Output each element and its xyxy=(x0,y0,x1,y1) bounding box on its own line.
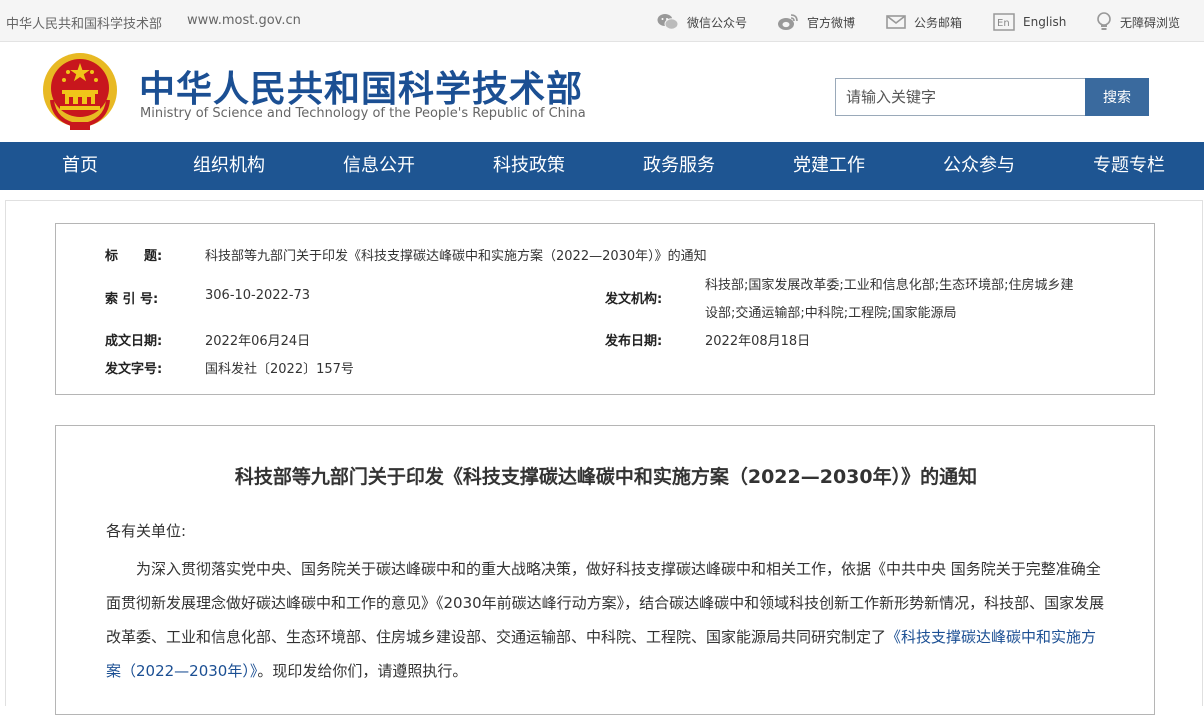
title-label: 标 题: xyxy=(105,249,163,264)
wechat-icon xyxy=(657,14,679,30)
title-value: 科技部等九部门关于印发《科技支撑碳达峰碳中和实施方案（2022—2030年）》的… xyxy=(205,249,707,264)
english-label: English xyxy=(1023,15,1067,29)
mail-label: 公务邮箱 xyxy=(914,15,963,30)
accessibility-link[interactable]: 无障碍浏览 xyxy=(1096,11,1180,33)
accessibility-label: 无障碍浏览 xyxy=(1120,15,1181,30)
publish-date-label: 发布日期: xyxy=(605,334,663,349)
svg-text:En: En xyxy=(997,18,1010,29)
weibo-link[interactable]: 官方微博 xyxy=(777,11,855,33)
index-number-value: 306-10-2022-73 xyxy=(205,288,311,303)
document-metadata-box: 标 题: 科技部等九部门关于印发《科技支撑碳达峰碳中和实施方案（2022—203… xyxy=(55,223,1155,395)
weibo-label: 官方微博 xyxy=(807,15,856,30)
article-title: 科技部等九部门关于印发《科技支撑碳达峰碳中和实施方案（2022—2030年）》的… xyxy=(234,466,978,488)
index-number-label: 索 引 号: xyxy=(105,292,159,307)
article-paragraph: 为深入贯彻落实党中央、国务院关于碳达峰碳中和的重大战略决策，做好科技支撑碳达峰碳… xyxy=(106,552,1106,688)
site-url[interactable]: www.most.gov.cn xyxy=(187,13,301,28)
search-button[interactable]: 搜索 xyxy=(1085,78,1149,116)
site-subtitle-english: Ministry of Science and Technology of th… xyxy=(140,106,586,121)
written-date-value: 2022年06月24日 xyxy=(205,334,311,349)
site-header: 中华人民共和国科学技术部 Ministry of Science and Tec… xyxy=(0,42,1204,142)
written-date-label: 成文日期: xyxy=(105,334,163,349)
site-name[interactable]: 中华人民共和国科学技术部 xyxy=(6,13,162,32)
paragraph-end: 。现印发给你们，请遵照执行。 xyxy=(257,662,468,680)
main-nav: 首页 组织机构 信息公开 科技政策 政务服务 党建工作 公众参与 专题专栏 xyxy=(0,142,1204,190)
issuer-label: 发文机构: xyxy=(605,292,663,307)
publish-date-value: 2022年08月18日 xyxy=(705,334,811,349)
mail-link[interactable]: 公务邮箱 xyxy=(886,11,962,33)
document-number-value: 国科发社〔2022〕157号 xyxy=(205,362,354,377)
issuer-value-line1: 科技部;国家发展改革委;工业和信息化部;生态环境部;住房城乡建 xyxy=(705,278,1074,293)
search-input[interactable] xyxy=(835,78,1086,116)
article-salutation: 各有关单位: xyxy=(106,522,187,540)
nav-item-services[interactable]: 政务服务 xyxy=(643,142,715,190)
nav-item-information[interactable]: 信息公开 xyxy=(343,142,415,190)
top-utility-bar: 中华人民共和国科学技术部 www.most.gov.cn 微信公众号 官方微博 … xyxy=(0,0,1204,42)
national-emblem-icon[interactable] xyxy=(40,50,120,132)
document-number-label: 发文字号: xyxy=(105,362,163,377)
issuer-value-line2: 设部;交通运输部;中科院;工程院;国家能源局 xyxy=(705,306,957,321)
mail-icon xyxy=(886,15,906,29)
site-title[interactable]: 中华人民共和国科学技术部 xyxy=(139,60,583,112)
english-link[interactable]: En English xyxy=(993,11,1066,33)
wechat-link[interactable]: 微信公众号 xyxy=(657,11,747,33)
nav-item-policy[interactable]: 科技政策 xyxy=(493,142,565,190)
wechat-label: 微信公众号 xyxy=(687,15,748,30)
nav-item-party[interactable]: 党建工作 xyxy=(793,142,865,190)
nav-item-home[interactable]: 首页 xyxy=(62,142,98,190)
nav-item-organization[interactable]: 组织机构 xyxy=(193,142,265,190)
article-box: 科技部等九部门关于印发《科技支撑碳达峰碳中和实施方案（2022—2030年）》的… xyxy=(55,425,1155,715)
english-icon: En xyxy=(993,13,1015,31)
nav-item-participation[interactable]: 公众参与 xyxy=(943,142,1015,190)
nav-item-topics[interactable]: 专题专栏 xyxy=(1093,142,1165,190)
lightbulb-icon xyxy=(1097,12,1111,30)
weibo-icon xyxy=(778,14,798,30)
